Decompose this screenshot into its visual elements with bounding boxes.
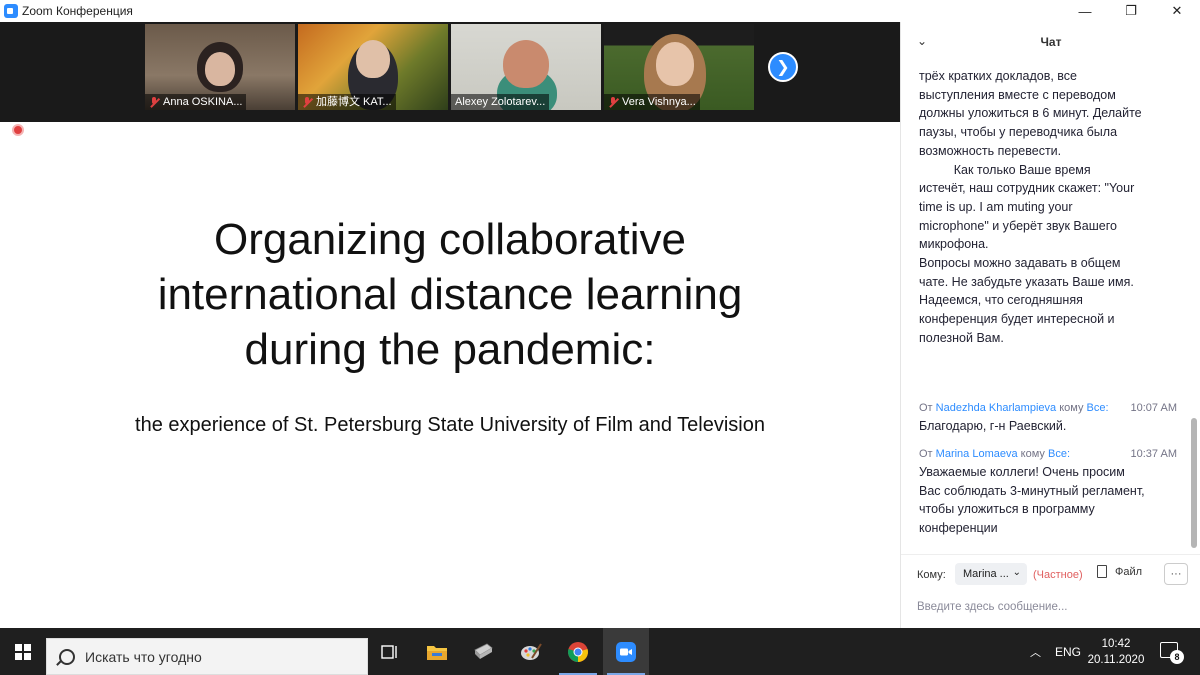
chat-message-meta: От Nadezhda Kharlampieva кому Все: 10:07… bbox=[901, 399, 1191, 417]
participant-face bbox=[205, 52, 235, 86]
folder-icon bbox=[427, 645, 447, 660]
scanner-icon bbox=[474, 643, 493, 659]
participant-name-label: Anna OSKINA... bbox=[145, 94, 247, 110]
from-prefix: От bbox=[919, 402, 933, 414]
taskbar-search-placeholder: Искать что угодно bbox=[85, 648, 202, 665]
slide-title-line: Organizing collaborative bbox=[213, 215, 687, 264]
taskbar-paint-app[interactable] bbox=[508, 628, 554, 675]
recipient-dropdown[interactable]: Marina ... ⌄ bbox=[955, 563, 1027, 585]
minimize-button[interactable]: — bbox=[1062, 0, 1108, 22]
taskbar-file-explorer[interactable] bbox=[414, 628, 460, 675]
start-button[interactable] bbox=[0, 628, 46, 675]
paint-palette-icon bbox=[521, 642, 542, 660]
more-options-button[interactable]: ··· bbox=[1164, 563, 1188, 585]
taskbar-scanner-app[interactable] bbox=[460, 628, 506, 675]
zoom-icon bbox=[616, 641, 636, 662]
chat-message-text: Уважаемые коллеги! Очень просим Вас собл… bbox=[919, 465, 1145, 536]
task-view-button[interactable] bbox=[367, 628, 413, 675]
chat-message: От Nadezhda Kharlampieva кому Все: 10:07… bbox=[901, 399, 1191, 436]
participant-face bbox=[656, 42, 694, 86]
taskbar-zoom[interactable] bbox=[603, 628, 649, 675]
next-participants-button[interactable]: ❯ bbox=[768, 52, 798, 82]
participant-tile[interactable]: 加藤博文 KAT... bbox=[298, 24, 448, 110]
chat-scrollbar[interactable] bbox=[1191, 62, 1197, 550]
clock-time: 10:42 bbox=[1101, 638, 1131, 650]
chat-message-input[interactable] bbox=[917, 597, 1187, 617]
taskbar-chrome[interactable] bbox=[555, 628, 601, 675]
taskbar-search[interactable]: Искать что угодно bbox=[46, 638, 368, 675]
from-prefix: От bbox=[919, 448, 933, 460]
message-time: 10:07 AM bbox=[1130, 402, 1177, 414]
close-button[interactable]: ✕ bbox=[1154, 0, 1200, 22]
to-prefix: кому bbox=[1059, 402, 1084, 414]
chevron-right-icon: ❯ bbox=[776, 59, 790, 76]
title-bar: Zoom Конференция — ❐ ✕ bbox=[0, 0, 1200, 22]
slide-title-line: international distance learning bbox=[157, 270, 743, 319]
file-button[interactable]: Файл bbox=[1097, 565, 1142, 578]
chat-message-list[interactable]: трёх кратких докладов, все выступления в… bbox=[901, 62, 1191, 554]
chevron-down-icon[interactable]: ⌄ bbox=[917, 34, 927, 48]
zoom-app-icon bbox=[4, 4, 18, 18]
search-icon bbox=[59, 648, 75, 665]
chat-header: ⌄ Чат bbox=[901, 22, 1200, 62]
window-title: Zoom Конференция bbox=[22, 4, 133, 18]
chat-compose: Кому: Marina ... ⌄ (Частное) Файл ··· bbox=[901, 554, 1200, 628]
notification-count-badge: 8 bbox=[1170, 650, 1184, 664]
system-clock[interactable]: 10:42 20.11.2020 bbox=[1078, 636, 1154, 668]
chat-message-meta: От Marina Lomaeva кому Все: 10:37 AM bbox=[901, 445, 1191, 463]
to-prefix: кому bbox=[1020, 448, 1045, 460]
participant-tile-active-speaker[interactable]: Alexey Zolotarev... bbox=[451, 24, 601, 110]
chat-message-text: Благодарю, г-н Раевский. bbox=[919, 419, 1067, 433]
windows-taskbar: Искать что угодно ︿ ENG 10:42 20.11.2020… bbox=[0, 628, 1200, 675]
message-time: 10:37 AM bbox=[1130, 448, 1177, 460]
windows-logo-icon bbox=[15, 643, 31, 660]
sender-name[interactable]: Marina Lomaeva bbox=[936, 448, 1018, 460]
participant-face bbox=[503, 40, 549, 88]
participant-name: Vera Vishnya... bbox=[622, 96, 696, 108]
video-strip: Anna OSKINA... 加藤博文 KAT... Alexey Zolota… bbox=[0, 22, 900, 122]
tray-overflow-button[interactable]: ︿ bbox=[1030, 628, 1041, 675]
participant-name-label: 加藤博文 KAT... bbox=[298, 94, 396, 110]
chrome-icon bbox=[568, 641, 588, 662]
participant-name: Anna OSKINA... bbox=[163, 96, 243, 108]
participant-name: Alexey Zolotarev... bbox=[455, 96, 546, 108]
shared-screen: Organizing collaborative international d… bbox=[0, 122, 900, 628]
chat-scrollbar-thumb[interactable] bbox=[1191, 418, 1197, 548]
participant-face bbox=[356, 40, 390, 78]
participant-name-label: Vera Vishnya... bbox=[604, 94, 700, 110]
clock-date: 20.11.2020 bbox=[1087, 654, 1145, 666]
window-controls: — ❐ ✕ bbox=[1062, 0, 1200, 22]
sender-name[interactable]: Nadezhda Kharlampieva bbox=[936, 402, 1056, 414]
recipient-name: Все: bbox=[1047, 448, 1070, 460]
restore-button[interactable]: ❐ bbox=[1108, 0, 1154, 22]
chevron-down-icon: ⌄ bbox=[1012, 567, 1021, 578]
chat-message: От Marina Lomaeva кому Все: 10:37 AM Ува… bbox=[901, 445, 1191, 538]
zoom-window: Zoom Конференция — ❐ ✕ Anna OSKINA... 加藤… bbox=[0, 0, 1200, 675]
chat-message-text: трёх кратких докладов, все выступления в… bbox=[919, 69, 1142, 345]
mic-muted-icon bbox=[608, 96, 618, 108]
participant-name-label: Alexey Zolotarev... bbox=[451, 94, 550, 110]
slide-subtitle: the experience of St. Petersburg State U… bbox=[135, 414, 765, 436]
private-label: (Частное) bbox=[1033, 569, 1083, 581]
recording-indicator-icon bbox=[12, 124, 24, 136]
to-label: Кому: bbox=[917, 569, 946, 581]
task-view-icon bbox=[381, 644, 397, 659]
slide-title: Organizing collaborative international d… bbox=[0, 212, 900, 377]
participant-tile[interactable]: Vera Vishnya... bbox=[604, 24, 754, 110]
chat-message: трёх кратких докладов, все выступления в… bbox=[901, 67, 1191, 348]
chat-panel: ⌄ Чат трёх кратких докладов, все выступл… bbox=[900, 22, 1200, 628]
participant-tile[interactable]: Anna OSKINA... bbox=[145, 24, 295, 110]
mic-muted-icon bbox=[302, 96, 312, 108]
recipient-selected: Marina ... bbox=[963, 568, 1009, 580]
chat-title: Чат bbox=[1040, 35, 1062, 49]
recipient-name: Все: bbox=[1086, 402, 1109, 414]
file-icon bbox=[1097, 565, 1107, 578]
mic-muted-icon bbox=[149, 96, 159, 108]
participant-name: 加藤博文 KAT... bbox=[316, 96, 392, 108]
slide-title-line: during the pandemic: bbox=[244, 325, 656, 374]
file-button-label: Файл bbox=[1115, 565, 1143, 578]
